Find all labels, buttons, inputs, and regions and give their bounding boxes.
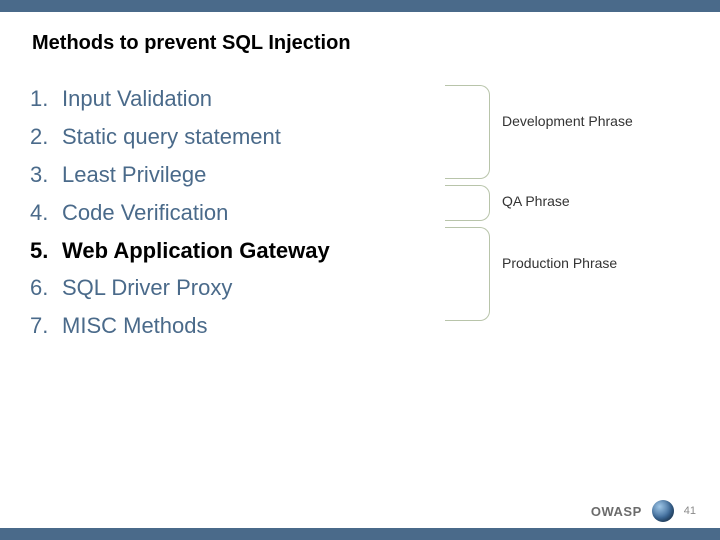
label-development: Development Phrase	[502, 113, 633, 129]
label-qa: QA Phrase	[502, 193, 570, 209]
item-text: Code Verification	[62, 197, 228, 229]
page-number: 41	[684, 505, 696, 517]
item-text: Static query statement	[62, 121, 281, 153]
globe-icon	[652, 500, 674, 522]
slide-title: Methods to prevent SQL Injection	[32, 32, 720, 55]
bottom-bar	[0, 528, 720, 540]
list-item: 3. Least Privilege	[30, 159, 450, 191]
item-text: Input Validation	[62, 83, 212, 115]
item-number: 3.	[30, 159, 62, 191]
content-area: 1. Input Validation 2. Static query stat…	[0, 83, 720, 348]
list-item-highlighted: 5. Web Application Gateway	[30, 235, 450, 267]
bracket-qa	[445, 185, 490, 221]
top-bar	[0, 0, 720, 12]
item-number: 1.	[30, 83, 62, 115]
list-item: 6. SQL Driver Proxy	[30, 272, 450, 304]
item-text: MISC Methods	[62, 310, 208, 342]
list-item: 4. Code Verification	[30, 197, 450, 229]
footer: OWASP 41	[591, 500, 696, 522]
item-text: Web Application Gateway	[62, 235, 330, 267]
item-number: 2.	[30, 121, 62, 153]
item-text: Least Privilege	[62, 159, 206, 191]
bracket-production	[445, 227, 490, 321]
item-number: 7.	[30, 310, 62, 342]
list-item: 2. Static query statement	[30, 121, 450, 153]
item-number: 4.	[30, 197, 62, 229]
item-text: SQL Driver Proxy	[62, 272, 232, 304]
list-item: 1. Input Validation	[30, 83, 450, 115]
item-number: 6.	[30, 272, 62, 304]
footer-org: OWASP	[591, 504, 642, 519]
label-production: Production Phrase	[502, 255, 617, 271]
methods-list: 1. Input Validation 2. Static query stat…	[30, 83, 450, 348]
item-number: 5.	[30, 235, 62, 267]
bracket-development	[445, 85, 490, 179]
list-item: 7. MISC Methods	[30, 310, 450, 342]
